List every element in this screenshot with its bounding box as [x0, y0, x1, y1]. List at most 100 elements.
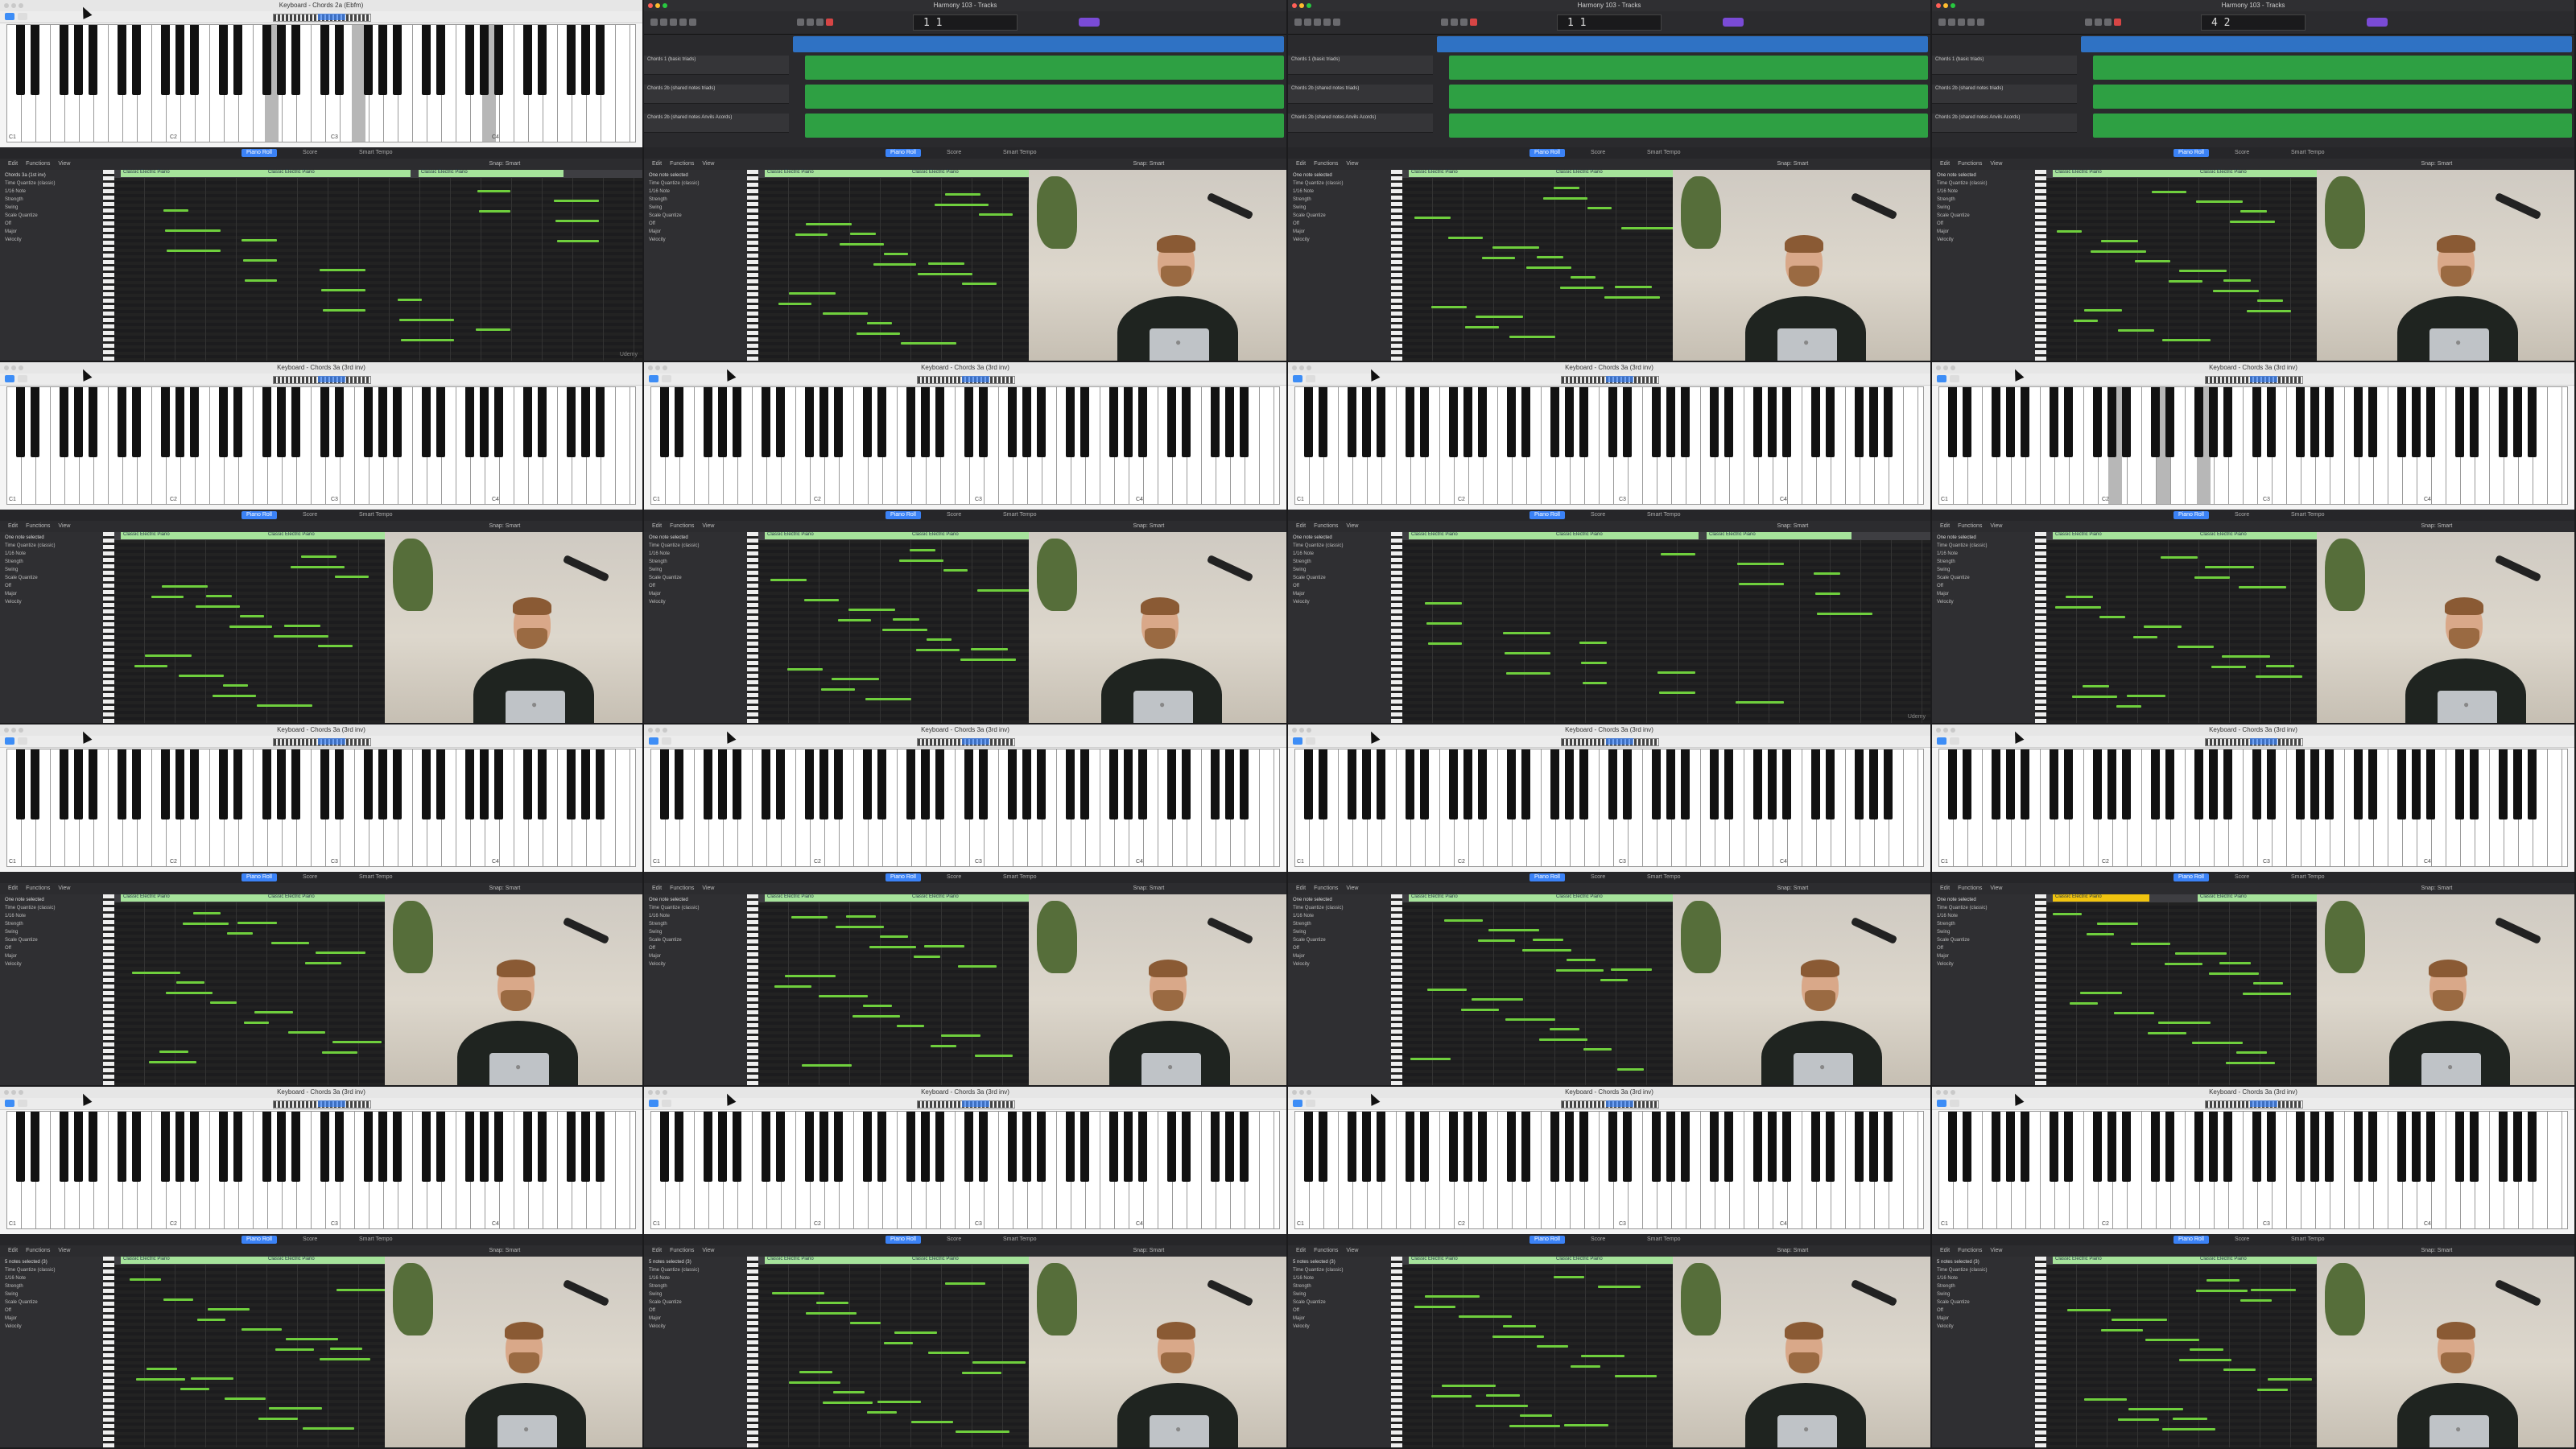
note-grid[interactable] [1402, 178, 1673, 361]
tab-score[interactable]: Score [2230, 1236, 2254, 1244]
octave-selection[interactable] [318, 738, 345, 745]
keyboard-mode-button[interactable] [1293, 1100, 1302, 1107]
midi-note[interactable] [476, 328, 510, 331]
window-controls[interactable] [1292, 3, 1311, 8]
black-key[interactable] [2021, 749, 2029, 819]
midi-note[interactable] [286, 1338, 338, 1340]
snap-selector[interactable]: Snap: Smart [2421, 161, 2452, 167]
window-controls[interactable] [648, 1090, 667, 1095]
menu-item[interactable]: Functions [1958, 161, 1982, 167]
black-key[interactable] [1724, 387, 1733, 457]
tab-piano-roll[interactable]: Piano Roll [2174, 149, 2209, 157]
midi-note[interactable] [1414, 1306, 1455, 1308]
midi-note[interactable] [275, 1348, 314, 1351]
window-button[interactable] [655, 1090, 660, 1095]
black-key[interactable] [2107, 387, 2116, 457]
toolbar-button[interactable] [660, 19, 667, 26]
rewind-button[interactable] [797, 19, 804, 26]
menu-item[interactable]: Functions [1958, 523, 1982, 529]
window-button[interactable] [19, 3, 23, 8]
midi-note[interactable] [2084, 1398, 2127, 1401]
menu-item[interactable]: Edit [652, 161, 662, 167]
black-key[interactable] [596, 387, 605, 457]
black-key[interactable] [132, 25, 141, 95]
midi-note[interactable] [958, 965, 997, 968]
midi-note[interactable] [2266, 665, 2294, 667]
tab-smart-tempo[interactable]: Smart Tempo [1642, 873, 1686, 881]
tab-smart-tempo[interactable]: Smart Tempo [998, 873, 1042, 881]
black-key[interactable] [2223, 1112, 2232, 1182]
inspector-field[interactable]: Major [1293, 954, 1386, 959]
midi-note[interactable] [971, 648, 1008, 650]
midi-note[interactable] [897, 1025, 924, 1027]
track-header[interactable]: Chords 2b (shared notes Anvils Acords) [1932, 114, 2077, 133]
black-key[interactable] [2064, 1112, 2073, 1182]
toolbar-button[interactable] [1294, 19, 1302, 26]
tab-score[interactable]: Score [1586, 1236, 1610, 1244]
menu-item[interactable]: Edit [1296, 523, 1306, 529]
midi-note[interactable] [899, 559, 943, 562]
black-key[interactable] [393, 387, 402, 457]
inspector-field[interactable]: 1/16 Note [649, 1276, 742, 1281]
menu-item[interactable]: Functions [1314, 1248, 1338, 1253]
black-key[interactable] [378, 25, 387, 95]
black-key[interactable] [718, 1112, 727, 1182]
black-key[interactable] [1753, 749, 1762, 819]
black-key[interactable] [776, 387, 785, 457]
window-controls[interactable] [4, 728, 23, 733]
midi-note[interactable] [865, 698, 911, 700]
midi-note[interactable] [1661, 553, 1695, 555]
inspector-field[interactable]: Off [649, 221, 742, 226]
tab-smart-tempo[interactable]: Smart Tempo [354, 149, 398, 157]
midi-note[interactable] [225, 1397, 266, 1400]
tab-score[interactable]: Score [942, 149, 966, 157]
black-key[interactable] [219, 749, 228, 819]
black-key[interactable] [1826, 387, 1835, 457]
black-key[interactable] [1550, 1112, 1559, 1182]
black-key[interactable] [2499, 387, 2508, 457]
black-key[interactable] [1666, 1112, 1675, 1182]
region-header[interactable]: Classic Electric Piano [2053, 894, 2149, 902]
midi-note[interactable] [850, 233, 876, 235]
black-key[interactable] [2296, 387, 2305, 457]
black-key[interactable] [538, 749, 547, 819]
inspector-field[interactable]: Off [5, 1308, 98, 1313]
black-key[interactable] [1225, 1112, 1234, 1182]
black-key[interactable] [1681, 387, 1690, 457]
track-header[interactable]: Chords 1 (basic triads) [644, 56, 789, 75]
black-key[interactable] [906, 1112, 915, 1182]
midi-note[interactable] [163, 1298, 193, 1301]
black-key[interactable] [2093, 749, 2102, 819]
inspector-field[interactable]: 1/16 Note [1937, 1276, 2030, 1281]
window-button[interactable] [648, 3, 653, 8]
toolbar-button[interactable] [1333, 19, 1340, 26]
black-key[interactable] [1608, 1112, 1617, 1182]
midi-note[interactable] [1598, 1286, 1641, 1288]
black-key[interactable] [877, 749, 886, 819]
black-key[interactable] [1724, 749, 1733, 819]
midi-note[interactable] [823, 1402, 873, 1404]
window-button[interactable] [1936, 3, 1941, 8]
inspector-field[interactable]: Off [1293, 221, 1386, 226]
midi-note[interactable] [2196, 1290, 2248, 1292]
menu-item[interactable]: View [702, 886, 714, 891]
piano-keyboard[interactable]: C1 C2 C3 C4 [1938, 1111, 2568, 1229]
midi-note[interactable] [2223, 1368, 2256, 1371]
piano-roll-keys[interactable] [2035, 170, 2046, 361]
midi-note[interactable] [322, 1051, 357, 1054]
midi-note[interactable] [2196, 200, 2243, 203]
black-key[interactable] [1710, 749, 1719, 819]
note-grid[interactable] [114, 902, 385, 1085]
menu-item[interactable]: Edit [652, 523, 662, 529]
midi-note[interactable] [320, 1358, 370, 1360]
midi-note[interactable] [479, 210, 510, 213]
midi-note[interactable] [2145, 1339, 2199, 1341]
midi-note[interactable] [271, 942, 309, 944]
midi-note[interactable] [245, 279, 277, 282]
record-button[interactable] [826, 19, 833, 26]
black-key[interactable] [480, 25, 489, 95]
window-button[interactable] [1936, 1090, 1941, 1095]
midi-note[interactable] [163, 209, 188, 212]
midi-note[interactable] [819, 995, 868, 997]
black-key[interactable] [364, 25, 373, 95]
